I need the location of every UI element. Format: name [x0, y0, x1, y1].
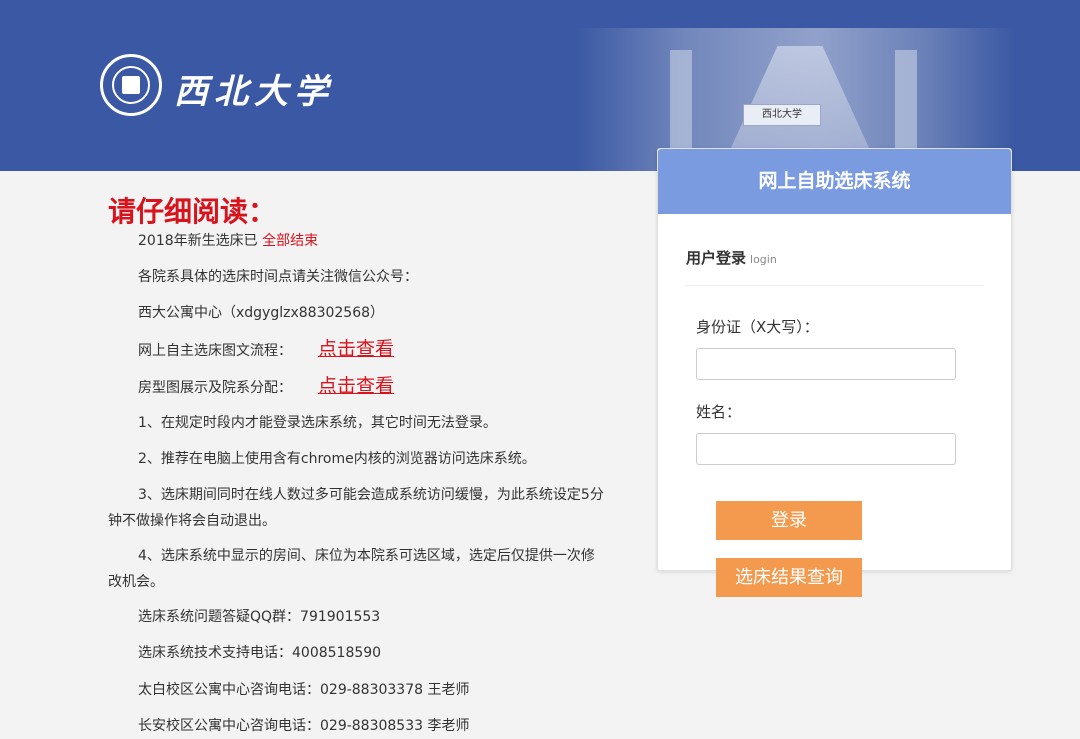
gate-plaque: 西北大学 [743, 104, 821, 126]
login-subtitle: 用户登录 login [686, 247, 777, 268]
id-input[interactable] [696, 348, 956, 380]
panel-divider [686, 285, 984, 286]
status-finished: 全部结束 [262, 233, 319, 249]
login-panel: 网上自助选床系统 用户登录 login 身份证（X大写）： 姓名： 登录 选床结果… [657, 148, 1012, 597]
rule-3: 3、选床期间同时在线人数过多可能会造成系统访问缓慢，为此系统设定5分钟不做操作将… [108, 487, 604, 529]
gate-pillar-left [670, 50, 692, 150]
room-line: 房型图展示及院系分配： 点击查看 [108, 373, 394, 401]
flow-line: 网上自主选床图文流程： 点击查看 [108, 336, 394, 364]
rule-4: 4、选床系统中显示的房间、床位为本院系可选区域，选定后仅提供一次修改机会。 [108, 548, 595, 590]
site-header: 西北大学 西北大学 [0, 0, 1080, 171]
support-phone: 选床系统技术支持电话：4008518590 [138, 645, 382, 661]
wechat-intro: 各院系具体的选床时间点请关注微信公众号： [138, 269, 418, 285]
name-label: 姓名： [696, 403, 742, 421]
rule-1: 1、在规定时段内才能登录选床系统，其它时间无法登录。 [138, 415, 497, 431]
panel-title: 网上自助选床系统 [658, 149, 1011, 214]
room-label: 房型图展示及院系分配： [138, 380, 292, 396]
notice-title: 请仔细阅读： [108, 195, 277, 228]
status-prefix: 2018年新生选床已 [138, 233, 258, 249]
university-seal-icon [100, 54, 162, 116]
flow-link[interactable]: 点击查看 [318, 338, 394, 360]
taibai-phone: 太白校区公寓中心咨询电话：029-88303378 王老师 [138, 682, 470, 698]
query-result-button[interactable]: 选床结果查询 [716, 558, 862, 597]
rule-2: 2、推荐在电脑上使用含有chrome内核的浏览器访问选床系统。 [138, 451, 536, 467]
name-input[interactable] [696, 433, 956, 465]
login-button[interactable]: 登录 [716, 501, 862, 540]
wechat-account: 西大公寓中心（xdgyglzx88302568） [138, 305, 385, 321]
room-link[interactable]: 点击查看 [318, 375, 394, 397]
gate-pillar-right [895, 50, 917, 150]
login-subtitle-en: login [750, 253, 777, 266]
login-subtitle-cn: 用户登录 [686, 249, 747, 267]
id-label: 身份证（X大写）： [696, 318, 819, 336]
changan-phone: 长安校区公寓中心咨询电话：029-88308533 李老师 [138, 718, 470, 734]
university-logo-text: 西北大学 [174, 72, 334, 112]
qq-group: 选床系统问题答疑QQ群：791901553 [138, 609, 381, 625]
status-line: 2018年新生选床已 全部结束 [108, 228, 318, 254]
flow-label: 网上自主选床图文流程： [138, 343, 292, 359]
